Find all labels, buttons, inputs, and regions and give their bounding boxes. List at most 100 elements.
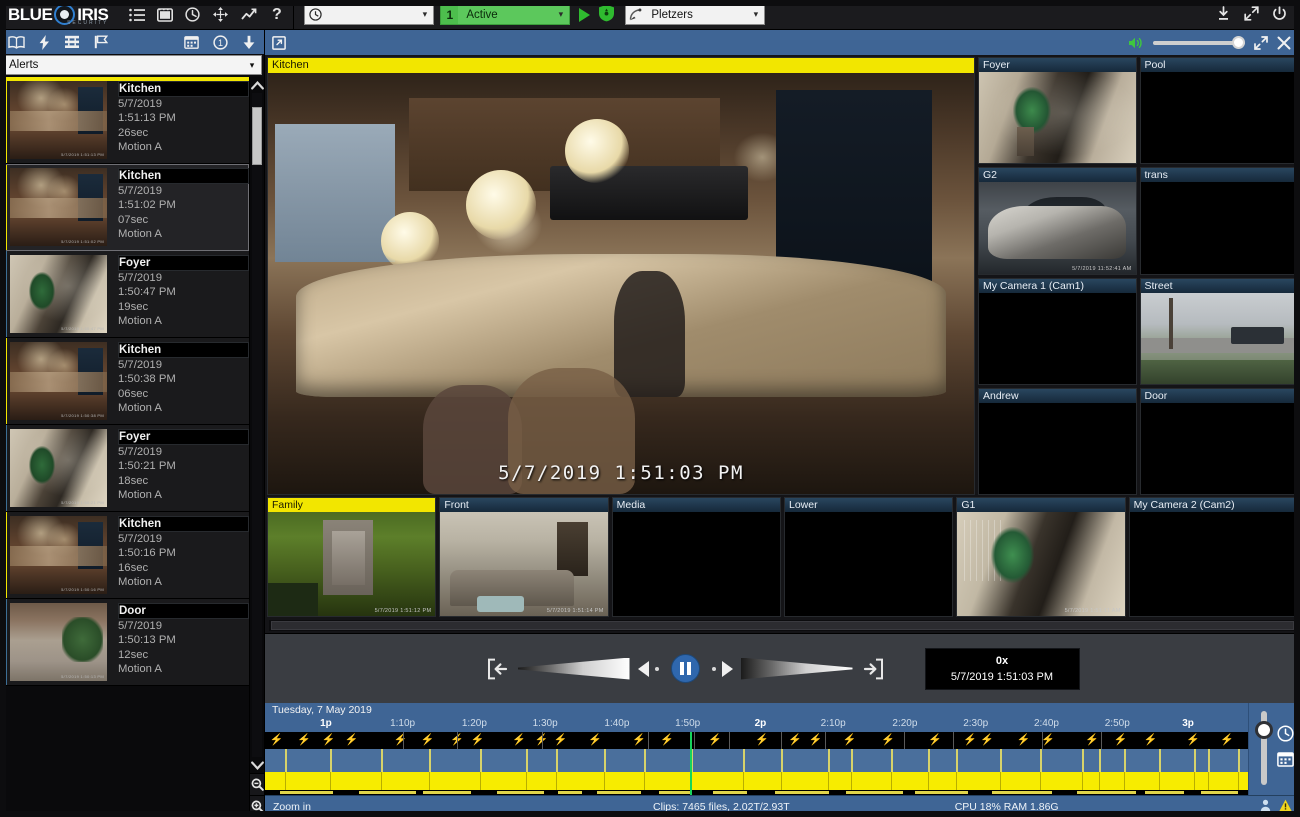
timeline-clip-marker[interactable] <box>1201 791 1238 794</box>
camera-tile[interactable]: Door <box>1140 388 1299 495</box>
timeline-clip-marker[interactable] <box>1077 791 1137 794</box>
timeline-clip-marker[interactable] <box>1145 791 1184 794</box>
pause-button[interactable] <box>671 654 700 683</box>
scroll-up-icon[interactable] <box>250 77 264 93</box>
alert-thumbnail[interactable]: 5/7/2019 1:50:47 PM <box>10 255 107 333</box>
alert-thumbnail[interactable]: 5/7/2019 1:50:21 PM <box>10 429 107 507</box>
alert-thumbnail[interactable]: 5/7/2019 1:51:02 PM <box>10 168 107 246</box>
camera-tile[interactable]: trans <box>1140 167 1299 274</box>
horizontal-scroll-thumb[interactable] <box>271 621 1294 630</box>
camera-tile[interactable]: Family5/7/2019 1:51:12 PM <box>267 497 436 617</box>
volume-knob[interactable] <box>1232 36 1245 49</box>
jump-to-end-icon[interactable] <box>861 658 885 680</box>
camera-tile[interactable]: G25/7/2019 11:52:41 AM <box>978 167 1137 274</box>
timeline-clip-marker[interactable] <box>558 791 582 794</box>
rewind-slider[interactable] <box>518 658 630 680</box>
timeline-event-marker[interactable]: ⚡ <box>843 734 857 746</box>
timeline-event-marker[interactable]: ⚡ <box>755 734 769 746</box>
timeline-event-marker[interactable]: ⚡ <box>881 734 895 746</box>
timeline-clip-marker[interactable] <box>775 791 829 794</box>
run-schedule-button[interactable] <box>579 8 590 22</box>
timeline-alert-band[interactable] <box>265 772 1248 790</box>
timeline-event-marker[interactable]: ⚡ <box>980 734 994 746</box>
camera-tile[interactable]: Media <box>612 497 781 617</box>
timeline-clip-marker[interactable] <box>497 791 544 794</box>
timeline-event-marker[interactable]: ⚡ <box>512 734 526 746</box>
jump-to-start-icon[interactable] <box>486 658 510 680</box>
profile-selector[interactable]: Pletzers ▾ <box>625 4 765 25</box>
timeline-clip-bar[interactable] <box>265 790 1248 795</box>
alert-list-item[interactable]: 5/7/2019 1:50:16 PMKitchen5/7/20191:50:1… <box>0 512 249 599</box>
camera-tile[interactable]: My Camera 2 (Cam2) <box>1129 497 1298 617</box>
alert-list-item[interactable]: 5/7/2019 1:50:13 PMDoor5/7/20191:50:13 P… <box>0 599 249 686</box>
timeline-event-marker[interactable]: ⚡ <box>963 734 977 746</box>
timeline-clip-marker[interactable] <box>659 791 691 794</box>
timeline-clip-marker[interactable] <box>992 791 1052 794</box>
timeline-event-marker[interactable]: ⚡ <box>1114 734 1128 746</box>
timeline-event-marker[interactable]: ⚡ <box>928 734 942 746</box>
timeline-event-marker[interactable]: ⚡ <box>708 734 722 746</box>
zoom-in-icon[interactable] <box>250 795 264 817</box>
alert-list-item[interactable]: 5/7/2019 1:50:47 PMFoyer5/7/20191:50:47 … <box>0 251 249 338</box>
alert-list-item[interactable]: 5/7/2019 1:50:21 PMFoyer5/7/20191:50:21 … <box>0 425 249 512</box>
move-icon[interactable] <box>212 6 229 23</box>
timeline-event-marker[interactable]: ⚡ <box>421 734 435 746</box>
timeline-event-marker[interactable]: ⚡ <box>660 734 674 746</box>
timeline-event-marker[interactable]: ⚡ <box>297 734 311 746</box>
download-icon[interactable] <box>1216 6 1231 24</box>
timeline-event-bar[interactable]: ⚡⚡⚡⚡⚡⚡⚡⚡⚡⚡⚡⚡⚡⚡⚡⚡⚡⚡⚡⚡⚡⚡⚡⚡⚡⚡⚡⚡⚡⚡ <box>265 732 1248 749</box>
timeline-event-marker[interactable]: ⚡ <box>632 734 646 746</box>
stack-icon[interactable] <box>64 35 80 49</box>
expand-icon[interactable] <box>1244 6 1259 24</box>
alert-thumbnail[interactable]: 5/7/2019 1:50:13 PM <box>10 603 107 681</box>
clock-icon[interactable] <box>1277 725 1294 745</box>
camera-tile[interactable]: Street <box>1140 278 1299 385</box>
alerts-list[interactable]: 5/7/2019 1:51:13 PMKitchen5/7/20191:51:1… <box>0 77 249 817</box>
stats-icon[interactable] <box>240 6 257 23</box>
camera-tile[interactable]: G15/7/2019 1:51:11 AM <box>956 497 1125 617</box>
flag-icon[interactable] <box>94 35 108 49</box>
calendar-icon[interactable] <box>1277 751 1294 770</box>
timeline-event-marker[interactable]: ⚡ <box>554 734 568 746</box>
warning-icon[interactable] <box>1279 799 1292 815</box>
shield-icon[interactable] <box>598 4 615 25</box>
timeline-event-marker[interactable]: ⚡ <box>1017 734 1031 746</box>
schedule-selector[interactable]: 1 Active ▾ <box>440 4 570 25</box>
camera-tile[interactable]: Andrew <box>978 388 1137 495</box>
timeline-recording-band[interactable] <box>265 749 1248 772</box>
clock-selector[interactable]: ▾ <box>304 4 434 25</box>
volume-slider[interactable] <box>1153 36 1245 49</box>
timeline-event-marker[interactable]: ⚡ <box>1144 734 1158 746</box>
zoom-out-icon[interactable] <box>250 773 264 795</box>
alert-list-item[interactable]: 5/7/2019 1:50:38 PMKitchen5/7/20191:50:3… <box>0 338 249 425</box>
alert-thumbnail[interactable]: 5/7/2019 1:51:13 PM <box>10 81 107 159</box>
scroll-down-icon[interactable] <box>250 757 264 773</box>
alerts-filter-select[interactable]: Alerts ▾ <box>2 55 262 75</box>
timeline-clip-marker[interactable] <box>846 791 904 794</box>
power-icon[interactable] <box>1272 6 1287 24</box>
list-icon[interactable] <box>128 6 145 23</box>
clips-icon[interactable] <box>156 6 173 23</box>
timeline-clip-marker[interactable] <box>359 791 416 794</box>
timeline-clip-marker[interactable] <box>597 791 641 794</box>
timeline-event-marker[interactable]: ⚡ <box>471 734 485 746</box>
fullscreen-icon[interactable] <box>1254 36 1268 50</box>
alert-list-item[interactable]: 5/7/2019 1:51:02 PMKitchen5/7/20191:51:0… <box>0 164 249 251</box>
timeline-event-marker[interactable]: ⚡ <box>322 734 336 746</box>
timeline-event-marker[interactable]: ⚡ <box>345 734 359 746</box>
scroll-trough[interactable] <box>252 93 262 757</box>
camera-tile[interactable]: Pool <box>1140 57 1299 164</box>
timeline-event-marker[interactable]: ⚡ <box>1220 734 1234 746</box>
camera-horizontal-scrollbar[interactable] <box>269 620 1296 631</box>
timeline-event-marker[interactable]: ⚡ <box>1085 734 1099 746</box>
calendar-icon[interactable] <box>184 35 199 49</box>
camera-tile[interactable]: Lower <box>784 497 953 617</box>
timeline-event-marker[interactable]: ⚡ <box>588 734 602 746</box>
step-back-icon[interactable] <box>638 661 649 677</box>
timeline-event-marker[interactable]: ⚡ <box>809 734 823 746</box>
main-camera-view[interactable]: Kitchen <box>267 57 975 495</box>
download-arrow-icon[interactable] <box>242 35 256 50</box>
camera-tile[interactable]: My Camera 1 (Cam1) <box>978 278 1137 385</box>
clock-badge-icon[interactable]: 1 <box>213 35 228 50</box>
timeline-event-marker[interactable]: ⚡ <box>1186 734 1200 746</box>
